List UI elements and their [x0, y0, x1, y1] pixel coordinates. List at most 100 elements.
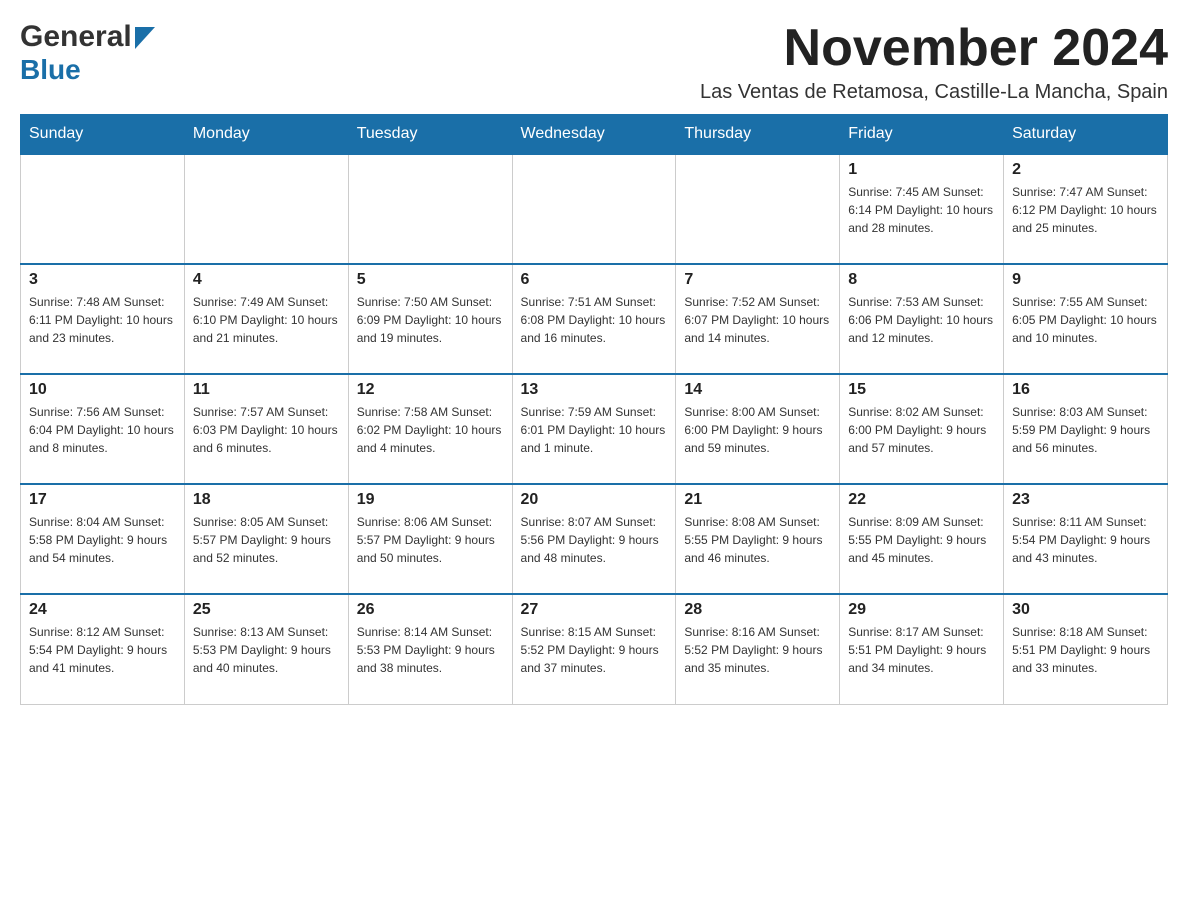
day-number: 9: [1012, 271, 1159, 289]
day-number: 17: [29, 491, 176, 509]
day-info: Sunrise: 7:55 AM Sunset: 6:05 PM Dayligh…: [1012, 293, 1159, 347]
day-number: 23: [1012, 491, 1159, 509]
table-row: [348, 154, 512, 264]
day-number: 14: [684, 381, 831, 399]
day-number: 27: [521, 601, 668, 619]
col-thursday: Thursday: [676, 115, 840, 155]
calendar-week-row: 17 Sunrise: 8:04 AM Sunset: 5:58 PM Dayli…: [21, 484, 1168, 594]
col-tuesday: Tuesday: [348, 115, 512, 155]
day-number: 18: [193, 491, 340, 509]
table-row: 8 Sunrise: 7:53 AM Sunset: 6:06 PM Daylig…: [840, 264, 1004, 374]
day-info: Sunrise: 8:16 AM Sunset: 5:52 PM Dayligh…: [684, 623, 831, 677]
day-number: 10: [29, 381, 176, 399]
page-header: General Blue November 2024 Las Ventas de…: [20, 20, 1168, 104]
day-number: 30: [1012, 601, 1159, 619]
table-row: 10 Sunrise: 7:56 AM Sunset: 6:04 PM Dayli…: [21, 374, 185, 484]
day-info: Sunrise: 7:49 AM Sunset: 6:10 PM Dayligh…: [193, 293, 340, 347]
day-number: 19: [357, 491, 504, 509]
day-info: Sunrise: 8:12 AM Sunset: 5:54 PM Dayligh…: [29, 623, 176, 677]
day-number: 29: [848, 601, 995, 619]
day-info: Sunrise: 7:47 AM Sunset: 6:12 PM Dayligh…: [1012, 183, 1159, 237]
table-row: 4 Sunrise: 7:49 AM Sunset: 6:10 PM Daylig…: [184, 264, 348, 374]
logo: General Blue: [20, 20, 155, 86]
table-row: [676, 154, 840, 264]
subtitle: Las Ventas de Retamosa, Castille-La Manc…: [700, 81, 1168, 104]
day-info: Sunrise: 7:51 AM Sunset: 6:08 PM Dayligh…: [521, 293, 668, 347]
day-info: Sunrise: 8:14 AM Sunset: 5:53 PM Dayligh…: [357, 623, 504, 677]
day-number: 13: [521, 381, 668, 399]
calendar-week-row: 3Sunrise: 7:48 AM Sunset: 6:11 PM Daylig…: [21, 264, 1168, 374]
col-saturday: Saturday: [1004, 115, 1168, 155]
title-block: November 2024 Las Ventas de Retamosa, Ca…: [700, 20, 1168, 104]
day-number: 26: [357, 601, 504, 619]
day-info: Sunrise: 8:05 AM Sunset: 5:57 PM Dayligh…: [193, 513, 340, 567]
day-number: 16: [1012, 381, 1159, 399]
table-row: 25Sunrise: 8:13 AM Sunset: 5:53 PM Dayli…: [184, 594, 348, 704]
table-row: 23Sunrise: 8:11 AM Sunset: 5:54 PM Dayli…: [1004, 484, 1168, 594]
table-row: 18 Sunrise: 8:05 AM Sunset: 5:57 PM Dayli…: [184, 484, 348, 594]
col-sunday: Sunday: [21, 115, 185, 155]
table-row: 14 Sunrise: 8:00 AM Sunset: 6:00 PM Dayli…: [676, 374, 840, 484]
day-number: 15: [848, 381, 995, 399]
col-monday: Monday: [184, 115, 348, 155]
main-title: November 2024: [700, 20, 1168, 77]
day-number: 24: [29, 601, 176, 619]
table-row: 9 Sunrise: 7:55 AM Sunset: 6:05 PM Daylig…: [1004, 264, 1168, 374]
logo-arrow-icon: [135, 27, 155, 49]
day-number: 2: [1012, 161, 1159, 179]
day-number: 12: [357, 381, 504, 399]
day-number: 7: [684, 271, 831, 289]
day-number: 4: [193, 271, 340, 289]
day-info: Sunrise: 8:04 AM Sunset: 5:58 PM Dayligh…: [29, 513, 176, 567]
table-row: 28 Sunrise: 8:16 AM Sunset: 5:52 PM Dayli…: [676, 594, 840, 704]
day-info: Sunrise: 8:15 AM Sunset: 5:52 PM Dayligh…: [521, 623, 668, 677]
table-row: 26 Sunrise: 8:14 AM Sunset: 5:53 PM Dayli…: [348, 594, 512, 704]
day-info: Sunrise: 8:08 AM Sunset: 5:55 PM Dayligh…: [684, 513, 831, 567]
col-friday: Friday: [840, 115, 1004, 155]
day-info: Sunrise: 7:52 AM Sunset: 6:07 PM Dayligh…: [684, 293, 831, 347]
table-row: 27 Sunrise: 8:15 AM Sunset: 5:52 PM Dayli…: [512, 594, 676, 704]
day-info: Sunrise: 8:17 AM Sunset: 5:51 PM Dayligh…: [848, 623, 995, 677]
day-number: 8: [848, 271, 995, 289]
table-row: 12 Sunrise: 7:58 AM Sunset: 6:02 PM Dayli…: [348, 374, 512, 484]
table-row: 11Sunrise: 7:57 AM Sunset: 6:03 PM Dayli…: [184, 374, 348, 484]
day-number: 28: [684, 601, 831, 619]
day-info: Sunrise: 8:09 AM Sunset: 5:55 PM Dayligh…: [848, 513, 995, 567]
calendar-week-row: 1 Sunrise: 7:45 AM Sunset: 6:14 PM Daylig…: [21, 154, 1168, 264]
day-info: Sunrise: 8:18 AM Sunset: 5:51 PM Dayligh…: [1012, 623, 1159, 677]
day-number: 1: [848, 161, 995, 179]
day-info: Sunrise: 8:02 AM Sunset: 6:00 PM Dayligh…: [848, 403, 995, 457]
table-row: [512, 154, 676, 264]
day-info: Sunrise: 7:58 AM Sunset: 6:02 PM Dayligh…: [357, 403, 504, 457]
table-row: 20 Sunrise: 8:07 AM Sunset: 5:56 PM Dayli…: [512, 484, 676, 594]
day-info: Sunrise: 7:57 AM Sunset: 6:03 PM Dayligh…: [193, 403, 340, 457]
table-row: 29 Sunrise: 8:17 AM Sunset: 5:51 PM Dayli…: [840, 594, 1004, 704]
logo-blue-text: Blue: [20, 54, 81, 86]
day-info: Sunrise: 8:07 AM Sunset: 5:56 PM Dayligh…: [521, 513, 668, 567]
day-info: Sunrise: 7:45 AM Sunset: 6:14 PM Dayligh…: [848, 183, 995, 237]
day-info: Sunrise: 7:59 AM Sunset: 6:01 PM Dayligh…: [521, 403, 668, 457]
calendar-week-row: 10 Sunrise: 7:56 AM Sunset: 6:04 PM Dayli…: [21, 374, 1168, 484]
table-row: 7 Sunrise: 7:52 AM Sunset: 6:07 PM Daylig…: [676, 264, 840, 374]
day-info: Sunrise: 7:50 AM Sunset: 6:09 PM Dayligh…: [357, 293, 504, 347]
day-number: 21: [684, 491, 831, 509]
table-row: 24 Sunrise: 8:12 AM Sunset: 5:54 PM Dayli…: [21, 594, 185, 704]
table-row: 15 Sunrise: 8:02 AM Sunset: 6:00 PM Dayli…: [840, 374, 1004, 484]
table-row: 2 Sunrise: 7:47 AM Sunset: 6:12 PM Daylig…: [1004, 154, 1168, 264]
table-row: 16Sunrise: 8:03 AM Sunset: 5:59 PM Dayli…: [1004, 374, 1168, 484]
table-row: 3Sunrise: 7:48 AM Sunset: 6:11 PM Daylig…: [21, 264, 185, 374]
day-number: 25: [193, 601, 340, 619]
calendar-table: Sunday Monday Tuesday Wednesday Thursday…: [20, 114, 1168, 705]
day-info: Sunrise: 7:53 AM Sunset: 6:06 PM Dayligh…: [848, 293, 995, 347]
table-row: 6Sunrise: 7:51 AM Sunset: 6:08 PM Daylig…: [512, 264, 676, 374]
day-info: Sunrise: 8:00 AM Sunset: 6:00 PM Dayligh…: [684, 403, 831, 457]
col-wednesday: Wednesday: [512, 115, 676, 155]
table-row: 17 Sunrise: 8:04 AM Sunset: 5:58 PM Dayli…: [21, 484, 185, 594]
calendar-week-row: 24 Sunrise: 8:12 AM Sunset: 5:54 PM Dayli…: [21, 594, 1168, 704]
table-row: 5Sunrise: 7:50 AM Sunset: 6:09 PM Daylig…: [348, 264, 512, 374]
day-number: 20: [521, 491, 668, 509]
day-info: Sunrise: 7:56 AM Sunset: 6:04 PM Dayligh…: [29, 403, 176, 457]
day-number: 22: [848, 491, 995, 509]
logo-general-text: General: [20, 20, 132, 54]
day-info: Sunrise: 8:06 AM Sunset: 5:57 PM Dayligh…: [357, 513, 504, 567]
